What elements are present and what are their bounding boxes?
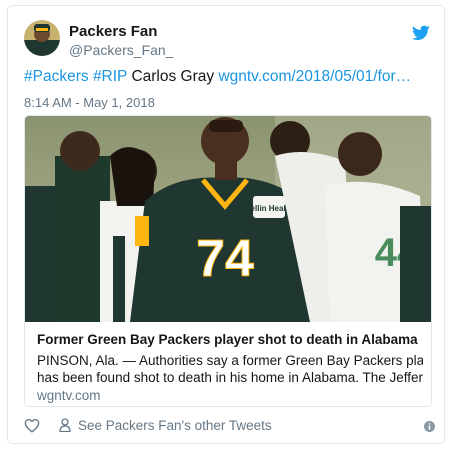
heart-icon[interactable] bbox=[24, 418, 40, 433]
tweet-body: Carlos Gray bbox=[131, 68, 215, 85]
other-tweets-link[interactable]: See Packers Fan's other Tweets bbox=[78, 418, 272, 433]
person-icon bbox=[59, 418, 71, 432]
card-description-line1: PINSON, Ala. — Authorities say a former … bbox=[37, 353, 423, 368]
tweet-timestamp[interactable]: 8:14 AM - May 1, 2018 bbox=[24, 95, 155, 110]
tweet-link[interactable]: wgntv.com/2018/05/01/for… bbox=[218, 68, 411, 85]
jersey-number: 74 bbox=[196, 230, 254, 288]
card-domain: wgntv.com bbox=[37, 388, 101, 403]
card-description-line2: has been found shot to death in his home… bbox=[37, 370, 423, 385]
card-photo[interactable]: Bellin Health 74 44 bbox=[25, 116, 431, 322]
user-name[interactable]: Packers Fan bbox=[69, 23, 157, 40]
hashtag-packers[interactable]: #Packers bbox=[24, 68, 89, 85]
tweet-text: #Packers #RIP Carlos Gray wgntv.com/2018… bbox=[24, 67, 434, 87]
link-card[interactable]: Bellin Health 74 44 Former Green Bay Pac… bbox=[24, 115, 432, 407]
avatar[interactable] bbox=[24, 20, 60, 56]
info-icon[interactable] bbox=[424, 421, 435, 432]
user-handle[interactable]: @Packers_Fan_ bbox=[69, 42, 173, 58]
embedded-tweet: Packers Fan @Packers_Fan_ #Packers #RIP … bbox=[7, 5, 445, 444]
card-headline[interactable]: Former Green Bay Packers player shot to … bbox=[37, 332, 418, 347]
hashtag-rip[interactable]: #RIP bbox=[93, 68, 127, 85]
card-description: PINSON, Ala. — Authorities say a former … bbox=[37, 352, 423, 386]
tweet-footer: See Packers Fan's other Tweets bbox=[24, 416, 435, 436]
twitter-bird-icon[interactable] bbox=[412, 25, 430, 41]
